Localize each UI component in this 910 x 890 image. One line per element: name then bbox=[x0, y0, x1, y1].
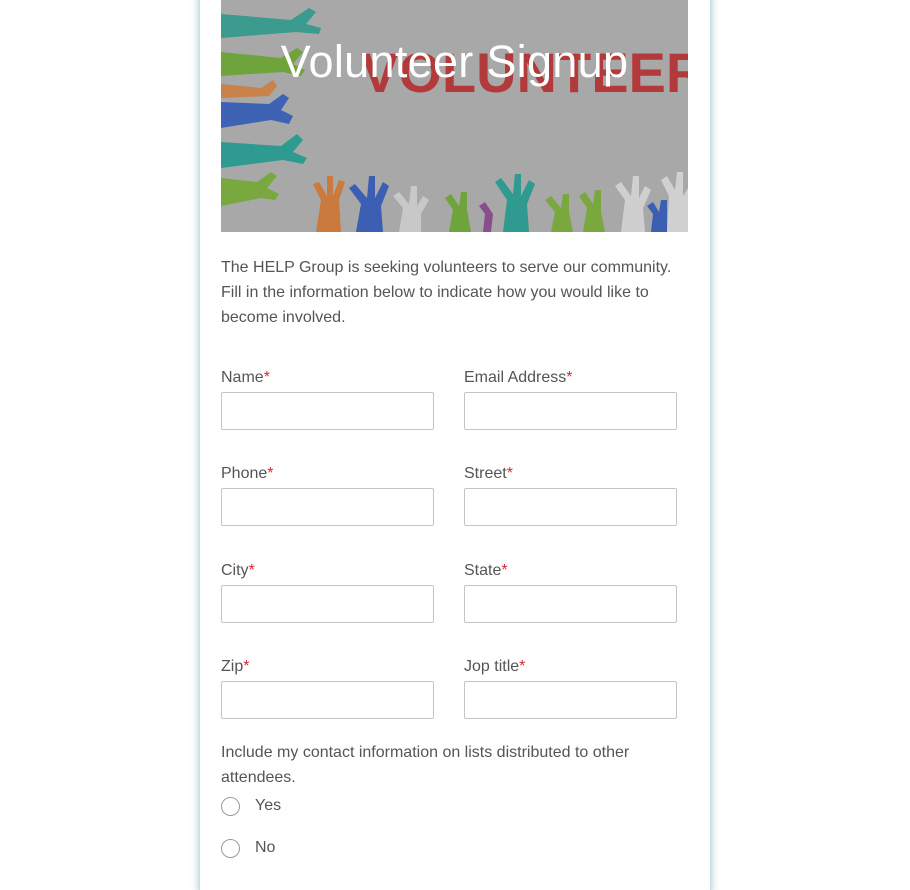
intro-text: The HELP Group is seeking volunteers to … bbox=[221, 259, 672, 326]
job-title-input[interactable] bbox=[464, 681, 677, 719]
job-title-label: Jop title* bbox=[464, 658, 526, 675]
required-marker: * bbox=[267, 465, 274, 482]
job-title-field-group: Jop title* bbox=[464, 657, 677, 719]
radio-button-no[interactable] bbox=[221, 838, 240, 858]
contact-question: Include my contact information on lists … bbox=[221, 744, 630, 786]
email-label: Email Address* bbox=[464, 369, 573, 386]
state-input[interactable] bbox=[464, 585, 677, 623]
street-label: Street* bbox=[464, 465, 513, 482]
radio-option-no[interactable]: No bbox=[221, 837, 275, 859]
zip-label: Zip* bbox=[221, 658, 250, 675]
email-field-group: Email Address* bbox=[464, 368, 677, 430]
page-title: Volunteer Signup bbox=[280, 36, 629, 87]
required-marker: * bbox=[243, 658, 250, 675]
street-input[interactable] bbox=[464, 488, 677, 526]
phone-field-group: Phone* bbox=[221, 464, 434, 526]
required-marker: * bbox=[506, 465, 513, 482]
name-label: Name* bbox=[221, 369, 270, 386]
required-marker: * bbox=[263, 369, 270, 386]
street-field-group: Street* bbox=[464, 464, 677, 526]
phone-input[interactable] bbox=[221, 488, 434, 526]
state-label: State* bbox=[464, 562, 508, 579]
name-field-group: Name* bbox=[221, 368, 434, 430]
city-input[interactable] bbox=[221, 585, 434, 623]
volunteer-hands-image: VOLUNTEER bbox=[221, 0, 688, 232]
state-field-group: State* bbox=[464, 561, 677, 623]
radio-button-yes[interactable] bbox=[221, 796, 240, 816]
zip-input[interactable] bbox=[221, 681, 434, 719]
radio-option-yes[interactable]: Yes bbox=[221, 795, 281, 817]
city-field-group: City* bbox=[221, 561, 434, 623]
required-marker: * bbox=[566, 369, 573, 386]
radio-label-no[interactable]: No bbox=[255, 839, 275, 857]
required-marker: * bbox=[519, 658, 526, 675]
zip-field-group: Zip* bbox=[221, 657, 434, 719]
phone-label: Phone* bbox=[221, 465, 274, 482]
radio-label-yes[interactable]: Yes bbox=[255, 797, 281, 815]
required-marker: * bbox=[501, 562, 508, 579]
city-label: City* bbox=[221, 562, 255, 579]
required-marker: * bbox=[248, 562, 255, 579]
name-input[interactable] bbox=[221, 392, 434, 430]
email-input[interactable] bbox=[464, 392, 677, 430]
hero-banner: VOLUNTEER Volunteer Signup bbox=[221, 0, 688, 232]
